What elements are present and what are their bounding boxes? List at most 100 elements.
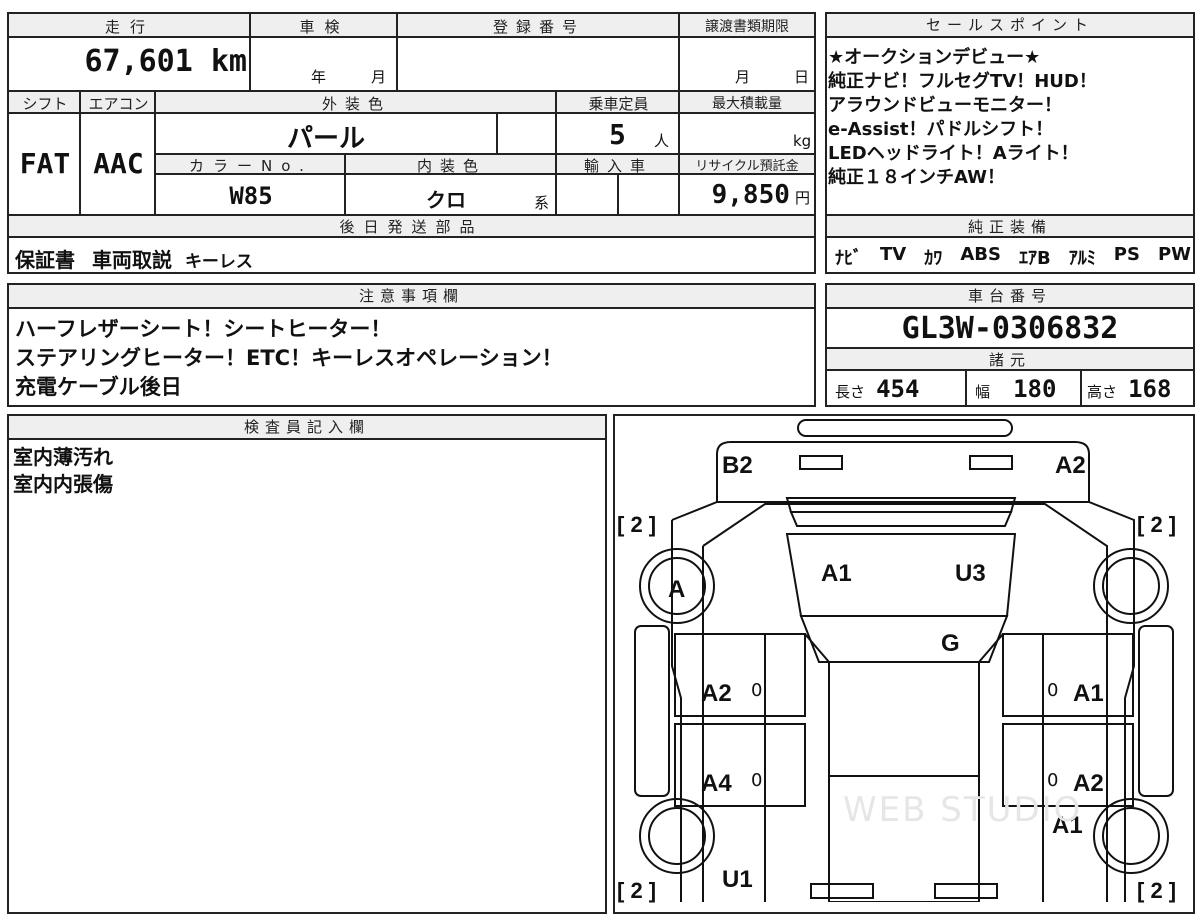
damage-diagram: B2 A2 A1 U3 A G A2 A1 A4 A2 A1 U1 0 0 0 … xyxy=(613,414,1195,914)
aircon-label: エアコン xyxy=(88,95,149,113)
inspection-label: 車検 xyxy=(299,18,350,36)
mark-a1-roof: A1 xyxy=(821,560,852,587)
interior-color-value: クロ xyxy=(426,188,466,212)
inspector-panel: 検査員記入欄 室内薄汚れ 室内内張傷 xyxy=(7,414,607,914)
exterior-color-label: 外装色 xyxy=(321,95,391,113)
mileage-value-wrap: 67,601 km xyxy=(9,44,247,79)
registration-label: 登録番号 xyxy=(492,18,585,36)
sales-point-line: 純正ナビ！フルセグTV！HUD！ xyxy=(828,71,1097,92)
mark-u3: U3 xyxy=(955,560,986,587)
notes-panel: 注意事項欄 ハーフレザーシート！シートヒーター！ ステアリングヒーター！ETC！… xyxy=(7,283,816,407)
tire-rear-left: [ 2 ] xyxy=(617,512,657,537)
inspector-label: 検査員記入欄 xyxy=(9,416,605,440)
chassis-panel: 車台番号 GL3W-0306832 諸元 長さ 454 幅 180 高さ 168 xyxy=(825,283,1195,407)
note-line: ハーフレザーシート！シートヒーター！ xyxy=(15,317,392,341)
watermark: WEB STUDIO xyxy=(843,790,1083,830)
sales-points-label: セールスポイント xyxy=(827,14,1193,38)
equipment-item: ｶﾜ xyxy=(924,248,943,269)
inspector-lines: 室内薄汚れ 室内内張傷 xyxy=(13,444,113,498)
mark-b2: B2 xyxy=(722,452,753,479)
equipment-items: ﾅﾋﾞ TV ｶﾜ ABS ｴｱB ｱﾙﾐ PS PW xyxy=(835,244,1191,270)
zero-mark: 0 xyxy=(751,770,763,791)
notes-label: 注意事項欄 xyxy=(9,285,814,309)
max-load-label: 最大積載量 xyxy=(712,96,782,112)
equipment-label: 純正装備 xyxy=(827,214,1193,238)
inspector-line: 室内薄汚れ xyxy=(13,445,113,469)
spec-width-value: 180 xyxy=(1013,375,1057,403)
interior-color-label: 内装色 xyxy=(416,157,486,175)
mileage-label: 走行 xyxy=(104,18,155,36)
tire-front-right: [ 2 ] xyxy=(1137,878,1177,903)
sales-point-line: 純正１８インチAW！ xyxy=(828,167,1005,188)
inspector-line: 室内内張傷 xyxy=(13,472,113,496)
chassis-value: GL3W-0306832 xyxy=(901,311,1119,346)
tire-rear-right: [ 2 ] xyxy=(1137,512,1177,537)
chassis-label: 車台番号 xyxy=(827,285,1193,309)
later-part-item: 車両取説 xyxy=(91,248,172,272)
mark-a-wheel: A xyxy=(668,576,686,603)
equipment-item: ｱﾙﾐ xyxy=(1068,248,1096,269)
sales-points-panel: セールスポイント ★オークションデビュー★ 純正ナビ！フルセグTV！HUD！ ア… xyxy=(825,12,1195,274)
capacity-unit: 人 xyxy=(654,132,670,150)
spec-length-label: 長さ xyxy=(835,383,866,401)
later-parts-label: 後日発送部品 xyxy=(339,218,484,236)
zero-mark: 0 xyxy=(1047,680,1059,701)
notes-lines: ハーフレザーシート！シートヒーター！ ステアリングヒーター！ETC！キーレスオペ… xyxy=(15,315,563,402)
equipment-item: ABS xyxy=(960,244,1001,265)
inspection-year-unit: 年 xyxy=(311,68,327,86)
shift-label: シフト xyxy=(22,95,68,113)
mark-a4-left: A4 xyxy=(701,770,732,797)
mark-u1: U1 xyxy=(722,866,753,893)
transfer-day-unit: 日 xyxy=(794,68,810,86)
recycle-label: リサイクル預託金 xyxy=(695,159,799,174)
recycle-value-wrap: 9,850 円 xyxy=(680,180,810,210)
tire-front-left: [ 2 ] xyxy=(617,878,657,903)
transfer-deadline-label: 譲渡書類期限 xyxy=(705,19,789,35)
mark-a1-right: A1 xyxy=(1073,680,1104,707)
later-parts-items: 保証書 車両取説 キーレス xyxy=(15,244,253,273)
sales-point-line: e-Assist！パドルシフト！ xyxy=(828,119,1054,140)
capacity-value: 5 xyxy=(609,118,626,151)
recycle-unit: 円 xyxy=(794,189,810,207)
equipment-item: PS xyxy=(1113,244,1140,265)
mark-a2-rear: A2 xyxy=(1055,452,1086,479)
spec-length: 長さ 454 xyxy=(835,375,919,403)
later-part-item: 保証書 xyxy=(15,248,75,272)
specs-label: 諸元 xyxy=(827,347,1193,371)
spec-width: 幅 180 xyxy=(975,375,1056,403)
mileage-value: 67,601 xyxy=(84,44,193,79)
transfer-month-unit: 月 xyxy=(735,68,751,86)
sales-point-line: アラウンドビューモニター！ xyxy=(828,95,1062,116)
aircon-value: AAC xyxy=(93,147,144,180)
exterior-color-value: パール xyxy=(286,124,365,154)
spec-height: 高さ 168 xyxy=(1087,375,1171,403)
equipment-item: PW xyxy=(1157,244,1191,265)
spec-height-value: 168 xyxy=(1128,375,1172,403)
equipment-item: ｴｱB xyxy=(1018,248,1051,269)
equipment-item: ﾅﾋﾞ xyxy=(835,248,862,269)
inspection-month-unit: 月 xyxy=(371,68,387,86)
import-label: 輸入車 xyxy=(583,157,653,175)
equipment-item: TV xyxy=(880,244,907,265)
later-part-item: キーレス xyxy=(184,252,253,272)
zero-mark: 0 xyxy=(1047,770,1059,791)
sales-point-line: LEDヘッドライト！Aライト！ xyxy=(828,143,1079,164)
mark-g: G xyxy=(941,630,960,657)
vehicle-info-panel: 走行 車検 登録番号 譲渡書類期限 67,601 km 年 月 月 日 シフト … xyxy=(7,12,816,274)
sales-point-line: ★オークションデビュー★ xyxy=(828,47,1041,68)
note-line: 充電ケーブル後日 xyxy=(15,375,182,399)
capacity-label: 乗車定員 xyxy=(588,95,649,113)
shift-value: FAT xyxy=(19,147,71,180)
spec-length-value: 454 xyxy=(876,375,920,403)
recycle-value: 9,850 xyxy=(711,180,790,210)
interior-color-suffix: 系 xyxy=(534,194,550,212)
sales-points-lines: ★オークションデビュー★ 純正ナビ！フルセグTV！HUD！ アラウンドビューモニ… xyxy=(828,46,1097,190)
color-no-label: カラーNo. xyxy=(189,157,313,175)
mark-a2-left: A2 xyxy=(701,680,732,707)
zero-mark: 0 xyxy=(751,680,763,701)
max-load-unit: kg xyxy=(793,132,812,150)
mileage-unit: km xyxy=(210,44,247,79)
spec-width-label: 幅 xyxy=(975,383,991,401)
note-line: ステアリングヒーター！ETC！キーレスオペレーション！ xyxy=(15,346,563,370)
spec-height-label: 高さ xyxy=(1087,383,1118,401)
